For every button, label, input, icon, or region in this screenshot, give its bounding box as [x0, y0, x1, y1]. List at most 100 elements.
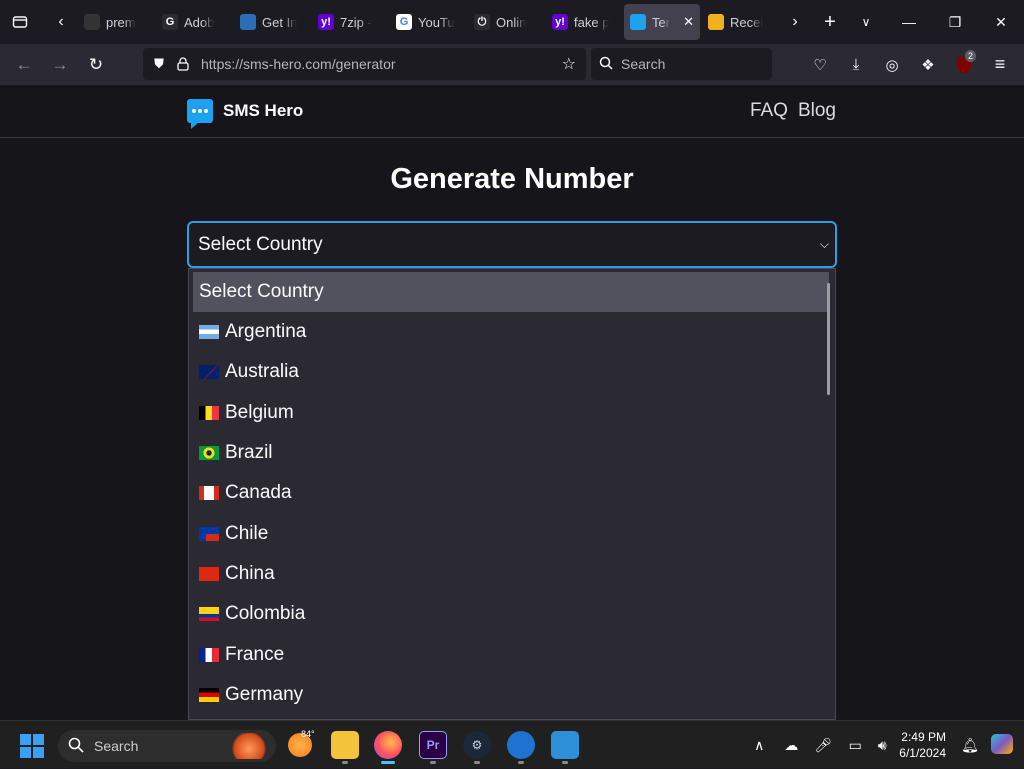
browser-tab[interactable]: ⏻ Onlin — [468, 4, 544, 40]
extension-badge: 2 — [964, 49, 976, 62]
reload-icon[interactable]: ↻ — [78, 49, 114, 81]
browser-nav-bar: ← → ↻ ⛊ https://sms-hero.com/generator ☆… — [0, 44, 1024, 85]
firefox-icon[interactable] — [374, 731, 402, 759]
flag-de-icon — [199, 687, 219, 702]
microphone-icon[interactable]: 🎤︎ — [807, 737, 839, 754]
address-bar[interactable]: ⛊ https://sms-hero.com/generator ☆ — [143, 48, 586, 80]
flag-cn-icon — [199, 566, 219, 581]
bookmark-star-icon[interactable]: ☆ — [562, 54, 576, 74]
steam-icon[interactable]: ⚙ — [463, 731, 491, 759]
downloads-icon[interactable]: ⤓ — [838, 49, 874, 81]
premiere-pro-icon[interactable]: Pr — [419, 731, 447, 759]
flag-au-icon — [199, 365, 219, 380]
search-highlight-icon — [230, 733, 268, 759]
country-option-be[interactable]: Belgium — [189, 393, 835, 433]
country-option-ca[interactable]: Canada — [189, 473, 835, 513]
copilot-icon[interactable] — [986, 733, 1018, 757]
url-text[interactable]: https://sms-hero.com/generator — [201, 56, 396, 72]
menu-icon[interactable]: ≡ — [982, 49, 1018, 81]
country-option-label: Canada — [225, 482, 292, 504]
clock-date: 6/1/2024 — [899, 746, 946, 760]
back-icon[interactable]: ← — [6, 49, 42, 81]
browser-tab[interactable]: Get In — [234, 4, 310, 40]
running-indicator — [562, 761, 568, 764]
tab-label: Get In — [262, 14, 298, 30]
browser-tab[interactable]: Ter ✕ — [624, 4, 700, 40]
close-window-icon[interactable]: ✕ — [978, 0, 1024, 44]
nav-faq-link[interactable]: FAQ — [750, 100, 788, 122]
system-tray: ∧ ☁ 🎤︎ ▭ 🔊︎ 2:49 PM 6/1/2024 🔔︎ — [743, 721, 1024, 769]
chat-bubble-icon — [187, 99, 213, 129]
file-explorer-icon[interactable] — [331, 731, 359, 759]
restore-icon[interactable]: ❐ — [932, 0, 978, 44]
browser-tab[interactable]: G Adob — [156, 4, 232, 40]
country-option-co[interactable]: Colombia — [189, 594, 835, 634]
tab-favicon-icon: y! — [552, 14, 568, 30]
notification-bell-icon[interactable]: 🔔︎ — [954, 737, 986, 754]
extensions-icon[interactable]: ❖ — [910, 49, 946, 81]
country-option-cn[interactable]: China — [189, 554, 835, 594]
tab-label: 7zip - — [340, 14, 372, 30]
browser-tab[interactable]: y! fake p — [546, 4, 622, 40]
country-option-label: Chile — [225, 522, 269, 544]
search-icon — [599, 56, 613, 73]
show-hidden-icons-icon[interactable]: ∧ — [743, 737, 775, 754]
forward-icon[interactable]: → — [42, 49, 78, 81]
display-icon[interactable]: ▭ — [839, 737, 871, 754]
site-logo[interactable]: SMS Hero — [187, 99, 303, 129]
close-tab-icon[interactable]: ✕ — [683, 14, 694, 30]
country-option-fr[interactable]: France — [189, 634, 835, 674]
country-option-cl[interactable]: Chile — [189, 513, 835, 553]
dropdown-scrollbar[interactable] — [827, 283, 830, 395]
onedrive-offline-icon[interactable]: ☁ — [775, 737, 807, 754]
windows-start-icon[interactable] — [20, 734, 44, 758]
country-option-label: China — [225, 562, 275, 584]
country-option-de[interactable]: Germany — [189, 675, 835, 715]
tab-favicon-icon: ⏻ — [474, 14, 490, 30]
browser-tab[interactable]: Recei — [702, 4, 778, 40]
tracking-shield-icon[interactable]: ⛊ — [147, 56, 171, 72]
list-all-tabs-icon[interactable]: ∨ — [848, 4, 884, 40]
country-option-label: France — [225, 643, 285, 665]
tab-favicon-icon: G — [162, 14, 178, 30]
nav-blog-link[interactable]: Blog — [798, 100, 836, 122]
lock-icon[interactable] — [171, 57, 195, 71]
site-nav: FAQ Blog — [750, 100, 836, 122]
taskbar-search[interactable]: Search — [58, 730, 276, 762]
tab-scroll-left-icon[interactable]: ‹ — [44, 4, 78, 40]
tab-label: fake p — [574, 14, 610, 30]
country-option-br[interactable]: Brazil — [189, 433, 835, 473]
country-option-label: Germany — [225, 683, 304, 705]
tab-scroll-right-icon[interactable]: › — [778, 4, 812, 40]
volume-icon[interactable]: 🔊︎ — [871, 737, 893, 754]
pocket-icon[interactable]: ♡ — [802, 49, 838, 81]
app-icon[interactable] — [507, 731, 535, 759]
running-indicator — [430, 761, 436, 764]
browser-tab[interactable]: y! 7zip - — [312, 4, 388, 40]
search-bar[interactable]: Search — [591, 48, 772, 80]
new-tab-icon[interactable]: + — [812, 4, 848, 40]
tab-label: Adob — [184, 14, 215, 30]
notepad-icon[interactable] — [551, 731, 579, 759]
country-option-placeholder[interactable]: Select Country — [193, 272, 829, 312]
browser-tab[interactable]: prem — [78, 4, 154, 40]
ublock-extension-icon[interactable]: 2 — [946, 49, 982, 81]
browser-tab[interactable]: G YouTu — [390, 4, 466, 40]
tab-label: Onlin — [496, 14, 527, 30]
clock[interactable]: 2:49 PM 6/1/2024 — [899, 729, 946, 761]
account-icon[interactable]: ◎ — [874, 49, 910, 81]
tab-label: YouTu — [418, 14, 455, 30]
tab-favicon-icon — [630, 14, 646, 30]
chevron-down-icon: ⌵ — [819, 237, 829, 251]
toolbar-right: ♡ ⤓ ◎ ❖ 2 ≡ — [802, 44, 1024, 85]
flag-ca-icon — [199, 486, 219, 501]
country-option-au[interactable]: Australia — [189, 352, 835, 392]
firefox-view-icon[interactable] — [2, 4, 38, 40]
country-dropdown-list[interactable]: Select Country Argentina Australia Belgium B… — [188, 268, 836, 720]
weather-temp: 84° — [301, 729, 315, 739]
country-option-ar[interactable]: Argentina — [189, 312, 835, 352]
minimize-icon[interactable]: — — [886, 0, 932, 44]
country-select[interactable]: Select Country ⌵ — [187, 221, 837, 268]
flag-ar-icon — [199, 325, 219, 340]
search-icon — [68, 737, 84, 756]
